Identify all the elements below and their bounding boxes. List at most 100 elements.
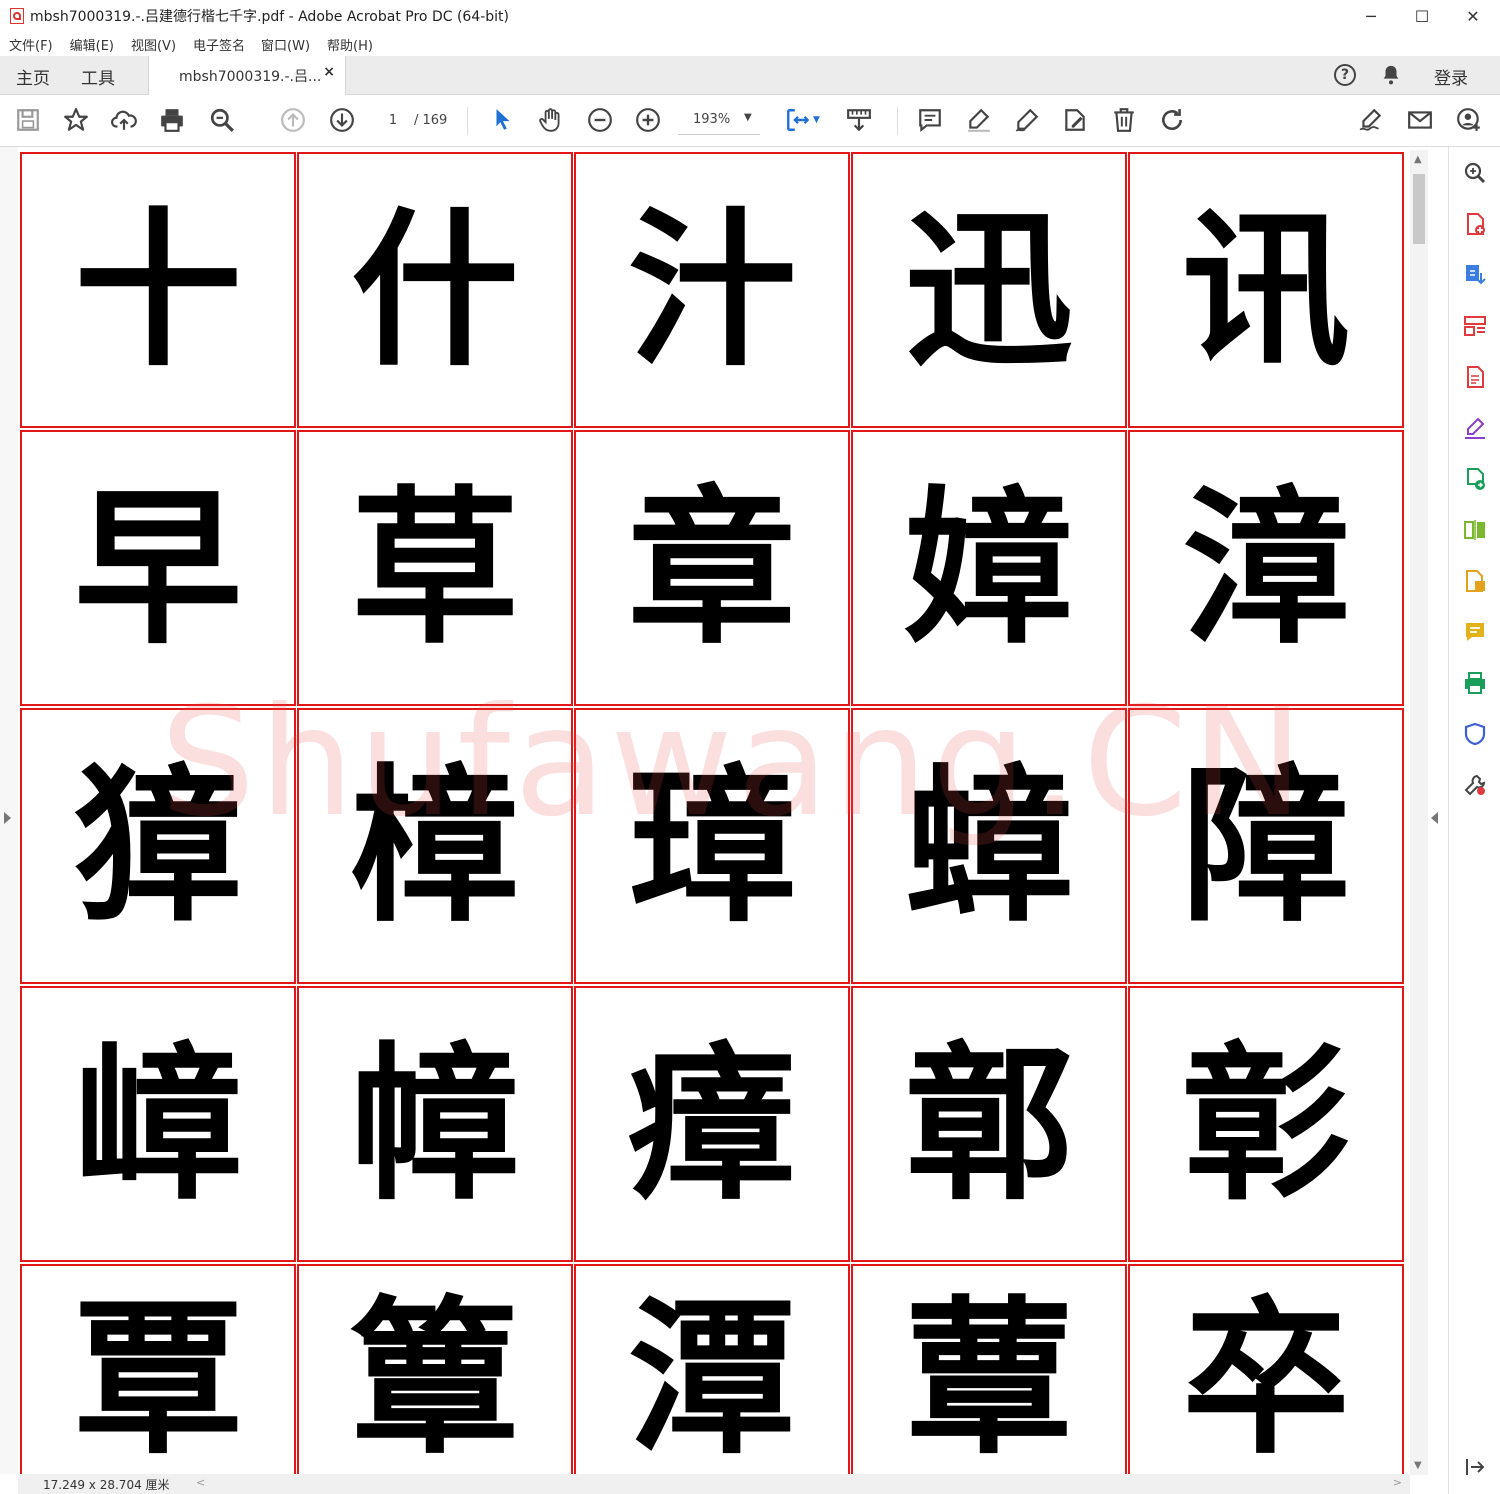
tab-tools[interactable]: 工具: [81, 64, 115, 89]
character-cell: 鄣: [851, 986, 1127, 1262]
upload-cloud-icon[interactable]: [110, 106, 138, 134]
delete-trash-icon[interactable]: [1110, 106, 1138, 134]
zoom-search-icon[interactable]: [208, 106, 236, 134]
email-icon[interactable]: [1406, 106, 1434, 134]
collapse-tools-pane-icon[interactable]: [1461, 1453, 1489, 1481]
more-tools-icon[interactable]: [1461, 771, 1489, 799]
scroll-down-icon[interactable]: ▼: [1414, 1460, 1422, 1471]
character-cell: 獐: [20, 708, 296, 984]
zoom-level-value: 193%: [693, 112, 731, 127]
export-pdf-icon[interactable]: [1461, 261, 1489, 289]
create-pdf-icon[interactable]: [1461, 210, 1489, 238]
character-cell: 迅: [851, 152, 1127, 428]
minimize-button[interactable]: ─: [1346, 0, 1396, 32]
search-zoom-icon[interactable]: [1461, 159, 1489, 187]
window-title: mbsh7000319.-.吕建德行楷七千字.pdf - Adobe Acrob…: [30, 9, 510, 25]
character-cell: 卒: [1128, 1264, 1404, 1482]
page-fit-chevron-icon[interactable]: ▼: [813, 115, 820, 125]
zoom-in-icon[interactable]: [634, 106, 662, 134]
menu-file[interactable]: 文件(F): [9, 35, 53, 54]
send-for-signature-icon[interactable]: [1461, 465, 1489, 493]
toolbar: 1 / 169 193% ▼ ▼: [0, 95, 1500, 147]
protect-shield-icon[interactable]: [1461, 720, 1489, 748]
combine-files-icon[interactable]: [1461, 567, 1489, 595]
calligraphy-grid: 十 什 汁 迅 讯 早 草 章 嫜 漳 獐 樟 璋 蟑 障 嶂 幛 瘴 鄣 彰 …: [20, 152, 1410, 1482]
close-window-button[interactable]: ✕: [1448, 0, 1498, 32]
character-cell: 彰: [1128, 986, 1404, 1262]
character-cell: 樟: [297, 708, 573, 984]
share-user-icon[interactable]: [1455, 106, 1483, 134]
vertical-scrollbar[interactable]: ▲ ▼: [1410, 150, 1428, 1475]
print-icon[interactable]: [158, 106, 186, 134]
zoom-out-icon[interactable]: [586, 106, 614, 134]
menu-window[interactable]: 窗口(W): [261, 35, 310, 54]
compare-files-icon[interactable]: [1461, 516, 1489, 544]
tab-home[interactable]: 主页: [16, 64, 50, 89]
bell-icon[interactable]: [1380, 64, 1402, 86]
organize-pages-icon[interactable]: [1461, 312, 1489, 340]
select-cursor-icon[interactable]: [489, 106, 517, 134]
character-cell: 漳: [1128, 430, 1404, 706]
character-cell: 簟: [297, 1264, 573, 1482]
character-cell: 蟑: [851, 708, 1127, 984]
edit-pdf-icon[interactable]: [1461, 363, 1489, 391]
draw-pen-icon[interactable]: [1013, 106, 1041, 134]
expand-left-pane-icon[interactable]: [4, 812, 11, 824]
character-cell: 璋: [574, 708, 850, 984]
character-cell: 讯: [1128, 152, 1404, 428]
character-cell: 汁: [574, 152, 850, 428]
fill-and-sign-icon[interactable]: [1461, 414, 1489, 442]
login-button[interactable]: 登录: [1434, 64, 1468, 89]
character-cell: 嫜: [851, 430, 1127, 706]
character-cell: 什: [297, 152, 573, 428]
tab-document[interactable]: mbsh7000319.-.吕... ×: [148, 56, 346, 95]
document-tab-label: mbsh7000319.-.吕...: [179, 69, 322, 85]
menu-view[interactable]: 视图(V): [131, 35, 176, 54]
hand-tool-icon[interactable]: [537, 106, 565, 134]
character-cell: 章: [574, 430, 850, 706]
save-icon[interactable]: [14, 106, 42, 134]
character-cell: 早: [20, 430, 296, 706]
character-cell: 障: [1128, 708, 1404, 984]
scrolling-mode-icon[interactable]: [845, 106, 873, 134]
character-cell: 覃: [20, 1264, 296, 1482]
character-cell: 草: [297, 430, 573, 706]
highlighter-icon[interactable]: [965, 106, 993, 134]
menu-help[interactable]: 帮助(H): [327, 35, 373, 54]
comment-tool-icon[interactable]: [1461, 618, 1489, 646]
menu-edit[interactable]: 编辑(E): [70, 35, 114, 54]
toolbar-divider: [467, 107, 468, 135]
chevron-down-icon: ▼: [744, 112, 752, 123]
character-cell: 嶂: [20, 986, 296, 1262]
page-dimensions: 17.249 x 28.704 厘米: [43, 1478, 170, 1492]
star-icon[interactable]: [62, 106, 90, 134]
character-cell: 潭: [574, 1264, 850, 1482]
stamp-edit-icon[interactable]: [1061, 106, 1089, 134]
page-number-input[interactable]: 1: [378, 110, 408, 132]
left-pane-toggle[interactable]: [0, 147, 18, 1474]
rotate-icon[interactable]: [1158, 106, 1186, 134]
character-cell: 幛: [297, 986, 573, 1262]
page-fit-icon[interactable]: [784, 106, 812, 134]
scroll-up-icon[interactable]: ▲: [1414, 154, 1422, 165]
next-page-icon[interactable]: [328, 106, 356, 134]
fill-sign-icon[interactable]: [1357, 106, 1385, 134]
comment-icon[interactable]: [916, 106, 944, 134]
scrollbar-thumb[interactable]: [1413, 174, 1425, 244]
maximize-button[interactable]: ☐: [1397, 0, 1447, 32]
previous-page-icon[interactable]: [279, 106, 307, 134]
menu-esign[interactable]: 电子签名: [193, 35, 245, 54]
tab-bar: 主页 工具 mbsh7000319.-.吕... ×: [0, 56, 1500, 95]
help-icon[interactable]: ?: [1334, 64, 1356, 86]
print-production-icon[interactable]: [1461, 669, 1489, 697]
collapse-right-pane-icon[interactable]: [1431, 812, 1438, 824]
character-cell: 蕈: [851, 1264, 1127, 1482]
scroll-left-icon[interactable]: <: [196, 1476, 205, 1489]
character-cell: 十: [20, 152, 296, 428]
zoom-level-dropdown[interactable]: 193% ▼: [678, 108, 760, 135]
scroll-right-icon[interactable]: >: [1393, 1476, 1402, 1489]
status-bar: 17.249 x 28.704 厘米 < >: [18, 1474, 1410, 1494]
acrobat-app-icon: [10, 8, 24, 24]
toolbar-divider: [897, 107, 898, 135]
close-tab-icon[interactable]: ×: [323, 64, 335, 80]
